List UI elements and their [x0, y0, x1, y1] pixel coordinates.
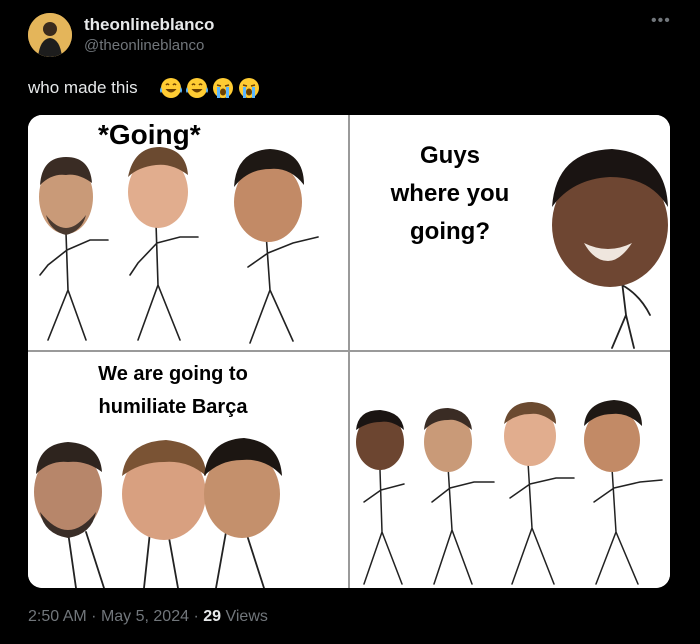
standing-stick-figure-illustration — [552, 149, 668, 349]
walking-stick-figures-illustration — [39, 147, 319, 344]
tweet-text: who made this — [28, 78, 138, 97]
tears-of-joy-emoji — [186, 78, 208, 98]
panel-divider-horizontal — [28, 350, 670, 352]
meme-panel-walking-together — [350, 352, 670, 588]
loudly-crying-emoji — [213, 78, 233, 98]
author-display-name[interactable]: theonlineblanco — [84, 15, 214, 35]
tears-of-joy-emoji — [160, 78, 182, 98]
tweet-date[interactable]: May 5, 2024 — [101, 608, 189, 625]
author-handle[interactable]: @theonlineblanco — [84, 37, 204, 54]
author-avatar[interactable] — [28, 13, 72, 57]
meta-separator: · — [193, 608, 199, 625]
loudly-crying-emoji — [239, 78, 259, 98]
tweet-media-meme[interactable]: *Going* Guys where you going? We are goi… — [28, 115, 670, 588]
meta-separator: · — [91, 608, 97, 625]
tweet-time[interactable]: 2:50 AM — [28, 608, 87, 625]
emoji-row — [158, 76, 262, 100]
views-count: 29 — [203, 608, 222, 625]
grouped-stick-figures-illustration — [34, 438, 282, 588]
more-options-icon[interactable]: ••• — [651, 12, 671, 30]
tweet-meta: 2:50 AM · May 5, 2024 · 29 Views — [28, 608, 268, 626]
meme-panel-going: *Going* — [28, 115, 348, 350]
tweet: theonlineblanco @theonlineblanco ••• who… — [0, 0, 700, 644]
four-walking-stick-figures-illustration — [356, 400, 663, 585]
meme-panel-question: Guys where you going? — [350, 115, 670, 350]
views-label: Views — [225, 608, 268, 625]
meme-panel-plan: We are going to humiliate Barça — [28, 352, 348, 588]
